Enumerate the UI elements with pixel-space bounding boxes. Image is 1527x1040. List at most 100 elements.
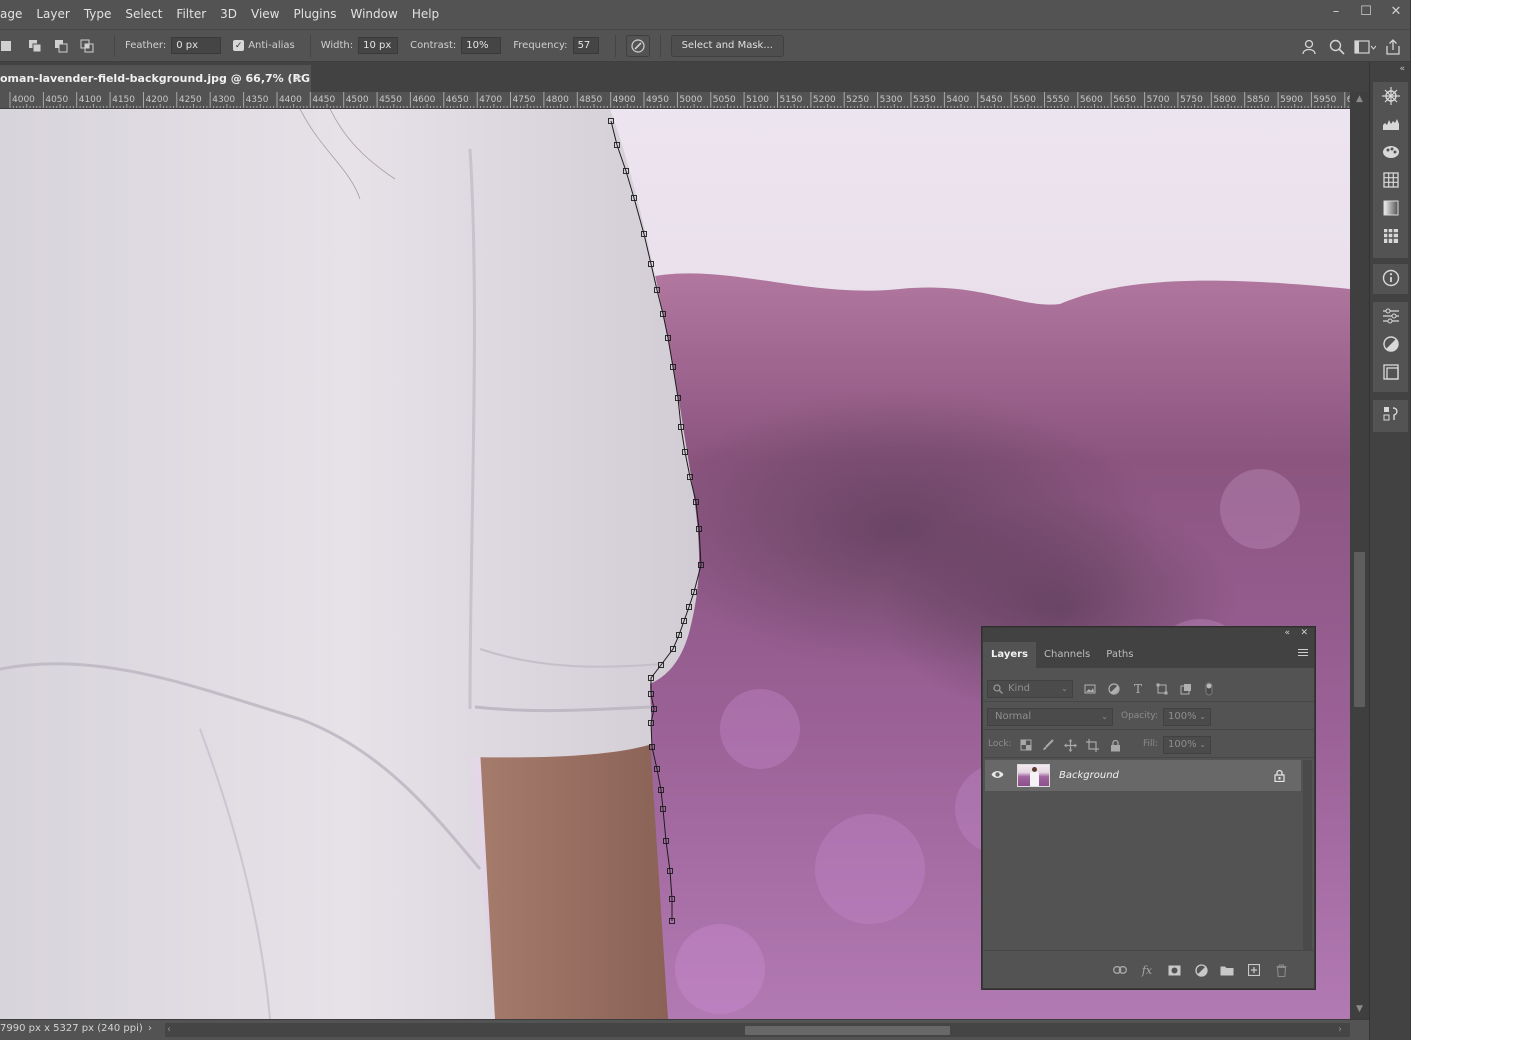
layers-scrollbar[interactable] xyxy=(1303,760,1312,950)
color-button[interactable] xyxy=(1373,138,1408,166)
image-icon xyxy=(1084,684,1096,694)
lock-artboard-button[interactable] xyxy=(1085,738,1099,752)
type-icon[interactable]: T xyxy=(1131,682,1145,696)
gradients-button[interactable] xyxy=(1373,194,1408,222)
fill-input[interactable]: 100% ⌄ xyxy=(1163,736,1211,754)
layer-thumbnail xyxy=(1017,764,1050,787)
filter-toggle-button[interactable] xyxy=(1202,682,1216,696)
menu-layer[interactable]: Layer xyxy=(29,0,76,29)
layer-row-background[interactable]: Background xyxy=(985,760,1301,791)
add-mask-button[interactable] xyxy=(1167,963,1181,977)
lock-position-button[interactable] xyxy=(1063,738,1077,752)
new-group-button[interactable] xyxy=(1220,963,1234,977)
libraries-button[interactable] xyxy=(1373,358,1408,386)
link-layers-button[interactable] xyxy=(1113,963,1127,977)
share-user-button[interactable] xyxy=(1297,35,1321,59)
thumbnail-figure xyxy=(1030,771,1039,786)
menu-window[interactable]: Window xyxy=(343,0,404,29)
horizontal-ruler[interactable]: 4000 4050 4100 4150 4200 4250 4300 4350 4400 4450… xyxy=(0,92,1350,109)
delete-layer-button[interactable] xyxy=(1274,963,1288,977)
menu-select[interactable]: Select xyxy=(118,0,169,29)
scroll-left-icon[interactable]: ‹ xyxy=(167,1023,171,1037)
width-input[interactable]: 10 px xyxy=(358,37,399,54)
add-selection-mode-button[interactable] xyxy=(26,37,44,55)
move-icon xyxy=(1063,738,1077,752)
minimize-button[interactable]: – xyxy=(1321,0,1351,22)
expand-panels-icon[interactable]: « xyxy=(1399,64,1405,74)
share-button[interactable] xyxy=(1381,35,1405,59)
filter-adjustment-button[interactable] xyxy=(1107,682,1121,696)
info-button[interactable] xyxy=(1373,264,1408,292)
ruler-label: 4950 xyxy=(646,95,669,105)
new-layer-button[interactable] xyxy=(1247,963,1261,977)
horizontal-scrollbar[interactable]: ‹ › xyxy=(165,1023,1350,1037)
menu-view[interactable]: View xyxy=(244,0,286,29)
adjustments-button[interactable] xyxy=(1373,330,1408,358)
menu-filter[interactable]: Filter xyxy=(169,0,213,29)
blend-mode-select[interactable]: Normal ⌄ xyxy=(987,708,1113,726)
tab-channels[interactable]: Channels xyxy=(1036,642,1098,668)
new-layer-icon xyxy=(1248,964,1260,976)
frequency-input[interactable]: 57 xyxy=(572,37,599,54)
scroll-up-icon[interactable]: ▲ xyxy=(1350,94,1369,104)
fx-icon[interactable]: fx xyxy=(1140,963,1154,977)
visibility-toggle[interactable] xyxy=(991,769,1004,783)
menu-bar: age Layer Type Select Filter 3D View Plu… xyxy=(0,0,1410,29)
swatches-button[interactable] xyxy=(1373,166,1408,194)
subtract-selection-mode-button[interactable] xyxy=(52,37,70,55)
search-button[interactable] xyxy=(1325,35,1349,59)
scroll-right-icon[interactable]: › xyxy=(1338,1023,1342,1037)
collapse-panel-icon[interactable]: « xyxy=(1284,628,1290,638)
select-and-mask-button[interactable]: Select and Mask... xyxy=(670,34,784,57)
scroll-down-icon[interactable]: ▼ xyxy=(1350,1004,1369,1014)
status-menu-arrow[interactable]: › xyxy=(148,1023,152,1034)
document-tab-bar: oman-lavender-field-background.jpg @ 66,… xyxy=(0,62,1369,92)
anti-alias-checkbox[interactable]: ✓ xyxy=(233,40,245,51)
vertical-scroll-thumb[interactable] xyxy=(1354,552,1365,707)
pen-pressure-button[interactable] xyxy=(625,34,650,57)
layer-name[interactable]: Background xyxy=(1059,760,1119,791)
filter-kind-select[interactable]: Kind ⌄ xyxy=(987,680,1073,698)
lock-transparent-button[interactable] xyxy=(1019,738,1033,752)
new-selection-mode-button[interactable] xyxy=(0,37,18,55)
workspace-button[interactable] xyxy=(1353,35,1377,59)
lock-pixels-button[interactable] xyxy=(1041,738,1055,752)
properties-button[interactable] xyxy=(1373,302,1408,330)
navigator-button[interactable] xyxy=(1373,82,1408,110)
menu-help[interactable]: Help xyxy=(405,0,446,29)
close-document-icon[interactable]: × xyxy=(294,65,303,92)
feather-input[interactable]: 0 px xyxy=(171,37,222,54)
contrast-input[interactable]: 10% xyxy=(461,37,502,54)
menu-plugins[interactable]: Plugins xyxy=(287,0,344,29)
tab-layers[interactable]: Layers xyxy=(983,642,1036,668)
histogram-button[interactable] xyxy=(1373,110,1408,138)
color-icon xyxy=(1382,146,1399,158)
layer-comps-button[interactable] xyxy=(1373,400,1408,428)
layer-lock-button[interactable] xyxy=(1274,769,1285,785)
menu-type[interactable]: Type xyxy=(77,0,119,29)
brush-icon xyxy=(1043,739,1054,750)
vertical-scrollbar[interactable]: ▲ ▼ xyxy=(1350,92,1369,1019)
close-panel-icon[interactable]: ✕ xyxy=(1300,628,1308,638)
close-window-button[interactable]: ✕ xyxy=(1381,0,1410,22)
ruler-label: 4200 xyxy=(145,95,169,105)
opacity-input[interactable]: 100% ⌄ xyxy=(1163,708,1211,726)
panel-menu-icon[interactable] xyxy=(1298,649,1308,658)
filter-shape-button[interactable] xyxy=(1155,682,1169,696)
chevron-down-icon: ⌄ xyxy=(1199,740,1206,749)
lock-all-button[interactable] xyxy=(1108,738,1122,752)
tab-paths[interactable]: Paths xyxy=(1098,642,1141,668)
ruler-label: 4850 xyxy=(579,95,603,105)
document-size-status[interactable]: 7990 px x 5327 px (240 ppi) xyxy=(0,1023,143,1034)
new-adjustment-button[interactable] xyxy=(1194,963,1208,977)
menu-image[interactable]: age xyxy=(0,0,29,29)
menu-3d[interactable]: 3D xyxy=(213,0,244,29)
intersect-selection-mode-button[interactable] xyxy=(78,37,96,55)
search-icon xyxy=(1329,39,1345,55)
filter-smart-object-button[interactable] xyxy=(1179,682,1193,696)
horizontal-scroll-thumb[interactable] xyxy=(745,1026,950,1035)
filter-pixel-button[interactable] xyxy=(1083,682,1097,696)
patterns-button[interactable] xyxy=(1373,222,1408,250)
maximize-button[interactable]: ☐ xyxy=(1351,0,1381,22)
document-tab[interactable]: oman-lavender-field-background.jpg @ 66,… xyxy=(0,65,311,92)
